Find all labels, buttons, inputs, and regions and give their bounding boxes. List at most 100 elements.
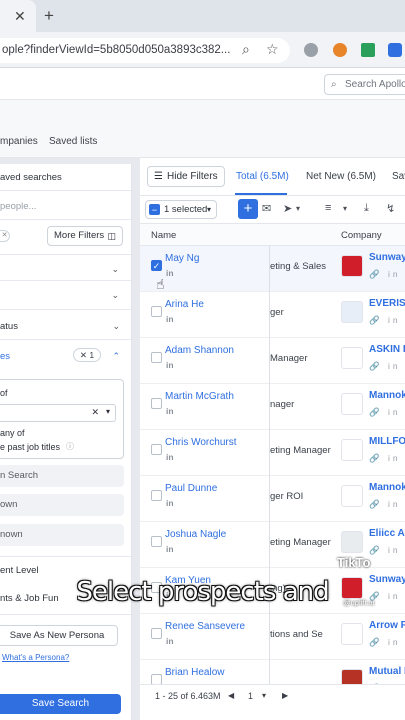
seniority-filter[interactable]: ent Level bbox=[0, 565, 131, 576]
row-checkbox[interactable] bbox=[151, 536, 162, 547]
table-row[interactable]: Arina He in ger EVERIS 🔗 in f bbox=[140, 292, 405, 338]
tab-saved[interactable]: Sav bbox=[392, 171, 405, 182]
sequence-icon[interactable]: ➤ bbox=[283, 202, 292, 215]
new-tab-button[interactable]: + bbox=[44, 6, 54, 26]
linkedin-icon[interactable]: in bbox=[166, 268, 174, 278]
person-name-link[interactable]: Brian Healow bbox=[165, 667, 224, 678]
linkedin-icon[interactable]: in bbox=[166, 544, 174, 554]
company-links-icons[interactable]: 🔗 in f bbox=[369, 453, 405, 464]
table-row[interactable]: Chris Worchurst in eting Manager MILLFO 🔗 in… bbox=[140, 430, 405, 476]
row-checkbox[interactable] bbox=[151, 352, 162, 363]
person-name-link[interactable]: Joshua Nagle bbox=[165, 529, 226, 540]
chevron-down-icon[interactable]: ▾ bbox=[106, 407, 110, 416]
linkedin-icon[interactable]: in bbox=[166, 452, 174, 462]
unknown-option-row[interactable]: nown bbox=[0, 524, 124, 546]
previous-page-icon[interactable]: ◀ bbox=[228, 691, 234, 700]
search-option-row[interactable]: n Search bbox=[0, 465, 124, 487]
email-status-filter[interactable]: atus ⌄ bbox=[0, 321, 131, 332]
chevron-down-icon[interactable]: ⌄ bbox=[111, 264, 119, 275]
table-row[interactable]: Adam Shannon in Manager ASKIN P 🔗 in f bbox=[140, 338, 405, 384]
table-row[interactable]: ✓May Ng in eting & Sales Sunway 🔗 in f bbox=[140, 246, 405, 292]
table-row[interactable]: Renee Sansevere in tions and Se Arrow F 🔗 in… bbox=[140, 614, 405, 660]
extension-icon[interactable] bbox=[361, 43, 375, 57]
select-all-checkbox[interactable]: − bbox=[149, 204, 160, 215]
tab-net-new[interactable]: Net New (6.5M) bbox=[306, 171, 376, 182]
close-tab-icon[interactable]: ✕ bbox=[14, 8, 26, 25]
browser-tab[interactable]: ✕ bbox=[0, 0, 36, 32]
company-links-icons[interactable]: 🔗 in f bbox=[369, 315, 405, 326]
search-people-input[interactable]: people... bbox=[0, 201, 131, 212]
save-search-button[interactable]: Save Search bbox=[0, 694, 121, 714]
linkedin-icon[interactable]: in bbox=[166, 498, 174, 508]
row-checkbox[interactable] bbox=[151, 628, 162, 639]
job-titles-count-badge[interactable]: ✕ 1 bbox=[73, 348, 101, 362]
person-name-link[interactable]: May Ng bbox=[165, 253, 199, 264]
row-checkbox[interactable] bbox=[151, 444, 162, 455]
table-row[interactable]: Paul Dunne in ger ROI Mannok 🔗 in f bbox=[140, 476, 405, 522]
list-icon[interactable]: ≡ bbox=[325, 202, 331, 214]
row-checkbox[interactable] bbox=[151, 306, 162, 317]
person-name-link[interactable]: Martin McGrath bbox=[165, 391, 234, 402]
page-number[interactable]: 1 bbox=[248, 691, 253, 701]
company-links-icons[interactable]: 🔗 in f bbox=[369, 407, 405, 418]
next-page-icon[interactable]: ▶ bbox=[282, 691, 288, 700]
hide-filters-button[interactable]: ☰ Hide Filters bbox=[147, 166, 225, 187]
person-name-link[interactable]: Arina He bbox=[165, 299, 204, 310]
chevron-down-icon[interactable]: ▾ bbox=[343, 204, 347, 213]
job-titles-filter-header[interactable]: es ✕ 1 ⌃ bbox=[0, 348, 131, 362]
enrich-icon[interactable]: ↯ bbox=[386, 202, 395, 215]
company-name-link[interactable]: MILLFO bbox=[369, 436, 405, 447]
known-option-row[interactable]: own bbox=[0, 494, 124, 516]
row-checkbox[interactable]: ✓ bbox=[151, 260, 162, 271]
person-name-link[interactable]: Paul Dunne bbox=[165, 483, 217, 494]
row-checkbox[interactable] bbox=[151, 490, 162, 501]
person-name-link[interactable]: Renee Sansevere bbox=[165, 621, 245, 632]
company-name-link[interactable]: Mutual I bbox=[369, 666, 405, 677]
company-links-icons[interactable]: 🔗 in f bbox=[369, 361, 405, 372]
linkedin-icon[interactable]: in bbox=[166, 636, 174, 646]
person-name-link[interactable]: Chris Worchurst bbox=[165, 437, 237, 448]
more-filters-button[interactable]: More Filters ◫ bbox=[47, 226, 123, 246]
chevron-down-icon[interactable]: ▾ bbox=[296, 204, 300, 213]
company-links-icons[interactable]: 🔗 in f bbox=[369, 637, 405, 648]
selection-dropdown[interactable]: − 1 selected ▾ bbox=[145, 200, 217, 219]
company-name-link[interactable]: Arrow F bbox=[369, 620, 405, 631]
company-name-link[interactable]: Mannok bbox=[369, 482, 405, 493]
tab-companies[interactable]: mpanies bbox=[0, 136, 38, 147]
tab-saved-lists[interactable]: Saved lists bbox=[49, 136, 97, 147]
column-header-name[interactable]: Name bbox=[151, 230, 176, 241]
company-name-link[interactable]: Eliicc Am bbox=[369, 528, 405, 539]
linkedin-icon[interactable]: in bbox=[166, 406, 174, 416]
linkedin-icon[interactable]: in bbox=[166, 360, 174, 370]
tab-total[interactable]: Total (6.5M) bbox=[236, 171, 289, 182]
extension-icon[interactable] bbox=[304, 43, 318, 57]
clear-icon[interactable]: ✕ bbox=[91, 407, 99, 418]
search-apollo-input[interactable]: ⌕ Search Apollo bbox=[324, 74, 405, 95]
column-header-company[interactable]: Company bbox=[341, 230, 382, 241]
company-links-icons[interactable]: 🔗 in f bbox=[369, 499, 405, 510]
extension-icon[interactable] bbox=[388, 43, 402, 57]
person-name-link[interactable]: Adam Shannon bbox=[165, 345, 234, 356]
saved-searches-row[interactable]: aved searches bbox=[0, 172, 131, 183]
export-icon[interactable]: ⤓ bbox=[364, 202, 369, 215]
company-name-link[interactable]: EVERIS bbox=[369, 298, 405, 309]
past-job-titles-label[interactable]: e past job titles bbox=[0, 442, 60, 452]
chevron-down-icon[interactable]: ⌄ bbox=[111, 290, 119, 301]
row-checkbox[interactable] bbox=[151, 398, 162, 409]
table-row[interactable]: Martin McGrath in nager Mannok 🔗 in f bbox=[140, 384, 405, 430]
company-name-link[interactable]: Mannok bbox=[369, 390, 405, 401]
linkedin-icon[interactable]: in bbox=[166, 314, 174, 324]
job-title-input[interactable]: ✕ ▾ bbox=[0, 404, 116, 422]
bookmark-star-icon[interactable]: ☆ bbox=[266, 41, 279, 58]
email-icon[interactable]: ✉ bbox=[262, 202, 271, 215]
company-name-link[interactable]: ASKIN P bbox=[369, 344, 405, 355]
info-icon[interactable]: ⓘ bbox=[66, 441, 74, 452]
chevron-down-icon[interactable]: ▾ bbox=[262, 691, 266, 700]
company-links-icons[interactable]: 🔗 in f bbox=[369, 269, 405, 280]
save-persona-button[interactable]: Save As New Persona bbox=[0, 625, 118, 646]
add-to-list-button[interactable]: + bbox=[238, 199, 258, 219]
extension-icon[interactable] bbox=[333, 43, 347, 57]
clear-all-icon[interactable]: ✕ bbox=[0, 230, 10, 242]
company-name-link[interactable]: Sunway bbox=[369, 252, 405, 263]
search-icon[interactable]: ⌕ bbox=[242, 41, 250, 58]
